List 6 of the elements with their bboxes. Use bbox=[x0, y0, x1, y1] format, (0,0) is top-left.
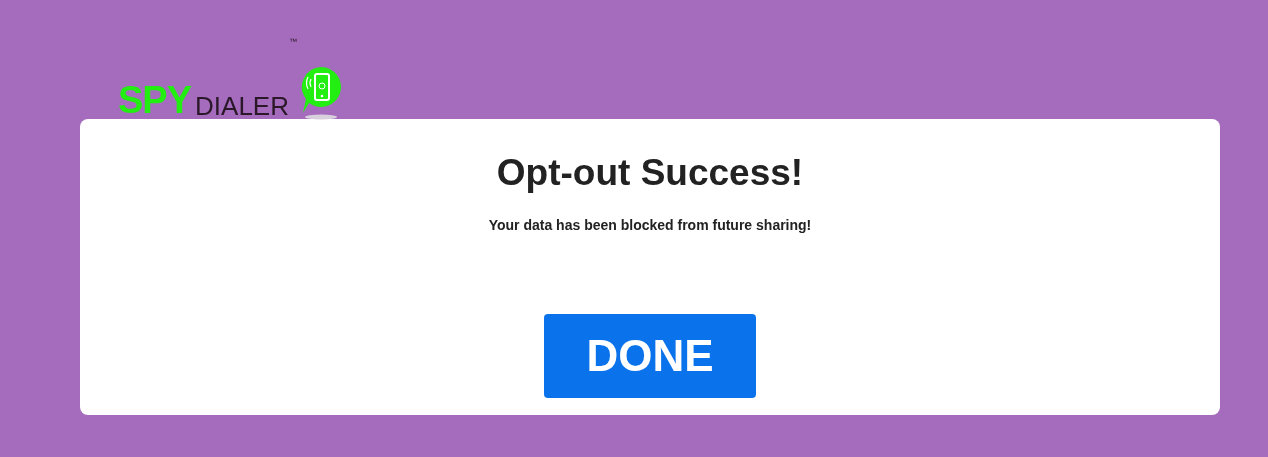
page-title: Opt-out Success! bbox=[495, 151, 805, 195]
success-message: Your data has been blocked from future sharing! bbox=[487, 216, 813, 236]
trademark-symbol: ™ bbox=[288, 36, 297, 48]
logo-text: SPY bbox=[118, 81, 192, 119]
logo-text: DIALER bbox=[195, 93, 289, 119]
done-button[interactable]: DONE bbox=[544, 314, 756, 399]
